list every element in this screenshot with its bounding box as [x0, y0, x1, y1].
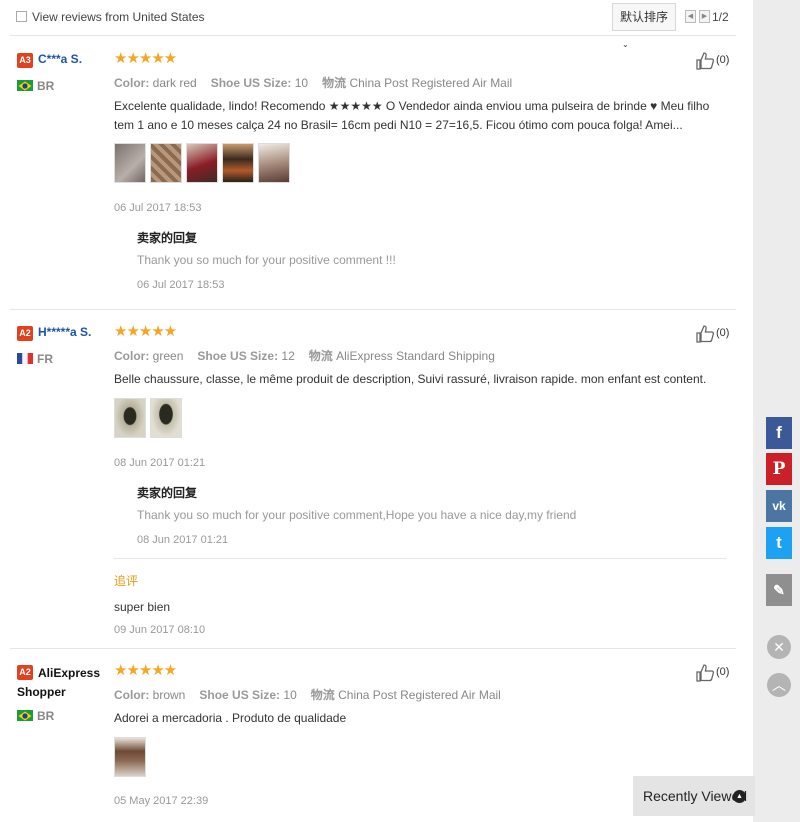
reviewer-country: FR [37, 352, 53, 366]
seller-reply-date: 08 Jun 2017 01:21 [137, 534, 229, 546]
review-photo[interactable] [258, 143, 290, 183]
review-date: 05 May 2017 22:39 [114, 795, 209, 807]
review-meta: Color: brown Shoe US Size: 10 物流 China Pos… [114, 688, 501, 702]
review-text: Belle chaussure, classe, le même produit… [114, 372, 707, 386]
twitter-icon: t [776, 533, 782, 552]
brazil-flag-icon [17, 709, 33, 721]
review-photo[interactable] [114, 143, 146, 183]
star-rating: ★★★★★ [114, 323, 177, 340]
facebook-share-button[interactable]: f [766, 417, 792, 449]
seller-reply-text: Thank you so much for your positive comm… [137, 508, 577, 522]
twitter-share-button[interactable]: t [766, 527, 792, 559]
recently-viewed-button[interactable]: Recently Viewed ▲ [633, 776, 755, 816]
chevron-right-icon[interactable]: ▶ [699, 10, 710, 23]
scroll-top-icon[interactable]: ︿ [767, 673, 791, 697]
followup-divider [114, 558, 726, 559]
reviews-page: View reviews from United States 默认排序⌄ ◀ … [0, 0, 800, 822]
review-photo[interactable] [150, 143, 182, 183]
reviewer-name: AliExpress Shopper [17, 666, 101, 699]
reviewer-country: BR [37, 79, 55, 93]
star-rating: ★★★★★ [114, 50, 177, 67]
review-meta: Color: green Shoe US Size: 12 物流 AliExpres… [114, 349, 495, 363]
reviews-toolbar: View reviews from United States 默认排序⌄ ◀ … [10, 0, 736, 49]
reviewer-country: BR [37, 709, 55, 723]
followup-heading: 追评 [114, 574, 139, 588]
review-photo[interactable] [150, 398, 182, 438]
buyer-level-badge: A2 [17, 326, 33, 341]
sort-dropdown[interactable]: 默认排序 ⌄ [612, 3, 676, 49]
pinterest-share-button[interactable]: P [766, 453, 792, 485]
sort-label: 默认排序 [620, 10, 669, 24]
pinterest-icon: P [772, 459, 786, 479]
chevron-down-icon: ⌄ [622, 40, 629, 49]
brazil-flag-icon [17, 79, 33, 91]
page-indicator: 1/2 [712, 10, 729, 24]
review-date: 06 Jul 2017 18:53 [114, 202, 202, 214]
review-text: Adorei a mercadoria . Produto de qualida… [114, 711, 347, 725]
pencil-icon: ✎ [773, 582, 785, 598]
write-review-button[interactable]: ✎ [766, 574, 792, 606]
review-meta: Color: dark red Shoe US Size: 10 物流 China … [114, 76, 513, 90]
seller-reply-date: 06 Jul 2017 18:53 [137, 279, 225, 291]
chevron-up-icon: ▲ [733, 790, 746, 803]
seller-reply-heading: 卖家的回复 [137, 486, 198, 500]
review-date: 08 Jun 2017 01:21 [114, 457, 206, 469]
thumbs-up-icon [696, 664, 715, 682]
reviewer-name: C***a S. [38, 52, 83, 66]
followup-date: 09 Jun 2017 08:10 [114, 624, 206, 636]
seller-reply-text: Thank you so much for your positive comm… [137, 253, 396, 267]
star-rating: ★★★★★ [114, 662, 177, 679]
us-reviews-label[interactable]: View reviews from United States [32, 10, 205, 24]
right-gutter [753, 0, 800, 822]
like-count: (0) [716, 666, 730, 678]
review-photo[interactable] [114, 398, 146, 438]
followup-text: super bien [114, 600, 171, 614]
review-text: Excelente qualidade, lindo! Recomendo ★★… [114, 99, 710, 132]
reviewer-name: H*****a S. [38, 325, 92, 339]
review-divider [10, 309, 736, 310]
us-reviews-checkbox[interactable] [16, 11, 27, 22]
close-icon[interactable]: ✕ [767, 635, 791, 659]
vk-icon: vk [772, 499, 786, 513]
review-photo[interactable] [186, 143, 218, 183]
facebook-icon: f [776, 423, 782, 442]
vk-share-button[interactable]: vk [766, 490, 792, 522]
like-count: (0) [716, 54, 730, 66]
recently-viewed-label: Recently Viewed [643, 788, 748, 804]
like-button[interactable]: (0) [695, 51, 735, 71]
thumbs-up-icon [696, 325, 715, 343]
thumbs-up-icon [696, 52, 715, 70]
like-button[interactable]: (0) [695, 663, 735, 683]
france-flag-icon [17, 352, 33, 364]
review-divider [10, 648, 736, 649]
buyer-level-badge: A3 [17, 53, 33, 68]
chevron-left-icon[interactable]: ◀ [685, 10, 696, 23]
review-photo[interactable] [222, 143, 254, 183]
seller-reply-heading: 卖家的回复 [137, 231, 198, 245]
review-photo[interactable] [114, 737, 146, 777]
like-button[interactable]: (0) [695, 324, 735, 344]
like-count: (0) [716, 327, 730, 339]
